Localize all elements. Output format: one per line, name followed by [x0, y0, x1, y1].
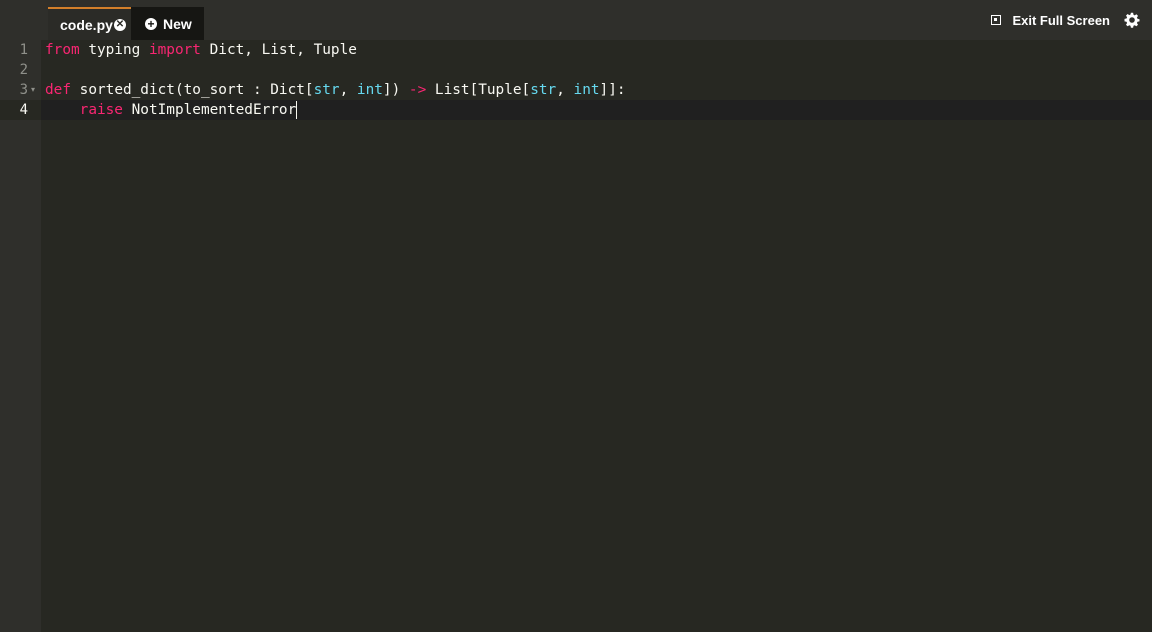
code-token: Dict, List, Tuple [200, 42, 357, 58]
exit-fullscreen-label: Exit Full Screen [1012, 12, 1110, 28]
code-token: ]) [382, 82, 409, 98]
close-icon[interactable]: ✕ [113, 18, 126, 31]
code-token: , [339, 82, 357, 98]
builtin-token: str [313, 82, 340, 98]
top-bar: code.py ✕ + New Exit Full Screen [0, 0, 1152, 40]
line-number: 1 [19, 42, 28, 58]
keyword-token: from [45, 42, 80, 58]
code-token: sorted_dict(to_sort : Dict[ [71, 82, 314, 98]
code-token: ]]: [599, 82, 626, 98]
fold-toggle-icon[interactable]: ▾ [31, 80, 35, 100]
keyword-token: def [45, 82, 71, 98]
exit-fullscreen-icon [991, 15, 1002, 25]
exit-fullscreen-button[interactable]: Exit Full Screen [991, 13, 1110, 28]
top-right-controls: Exit Full Screen [991, 8, 1152, 32]
indent-token [45, 102, 80, 118]
text-cursor [296, 101, 298, 119]
code-token: NotImplementedError [122, 102, 297, 118]
code-line-1[interactable]: from typing import Dict, List, Tuple [45, 40, 357, 60]
tab-label: code.py [60, 16, 113, 33]
line-number-gutter [0, 40, 41, 632]
code-line-4[interactable]: raise NotImplementedError [45, 100, 298, 120]
tab-code-py[interactable]: code.py ✕ [48, 7, 131, 40]
builtin-token: int [356, 82, 383, 98]
code-line-3[interactable]: def sorted_dict(to_sort : Dict[str, int]… [45, 80, 626, 100]
builtin-token: str [530, 82, 557, 98]
new-tab-label: New [163, 15, 192, 32]
builtin-token: int [573, 82, 600, 98]
line-number: 2 [19, 62, 28, 78]
operator-token: -> [408, 82, 427, 98]
code-token: List[Tuple[ [426, 82, 531, 98]
keyword-token: raise [79, 102, 123, 118]
gear-icon[interactable] [1124, 12, 1140, 28]
line-number: 4 [19, 102, 28, 118]
code-token: typing [79, 42, 149, 58]
code-editor[interactable] [41, 40, 1152, 632]
plus-icon: + [145, 17, 157, 30]
line-number: 3 [19, 82, 28, 98]
new-tab-button[interactable]: + New [131, 7, 204, 40]
code-token: , [556, 82, 574, 98]
keyword-token: import [148, 42, 201, 58]
